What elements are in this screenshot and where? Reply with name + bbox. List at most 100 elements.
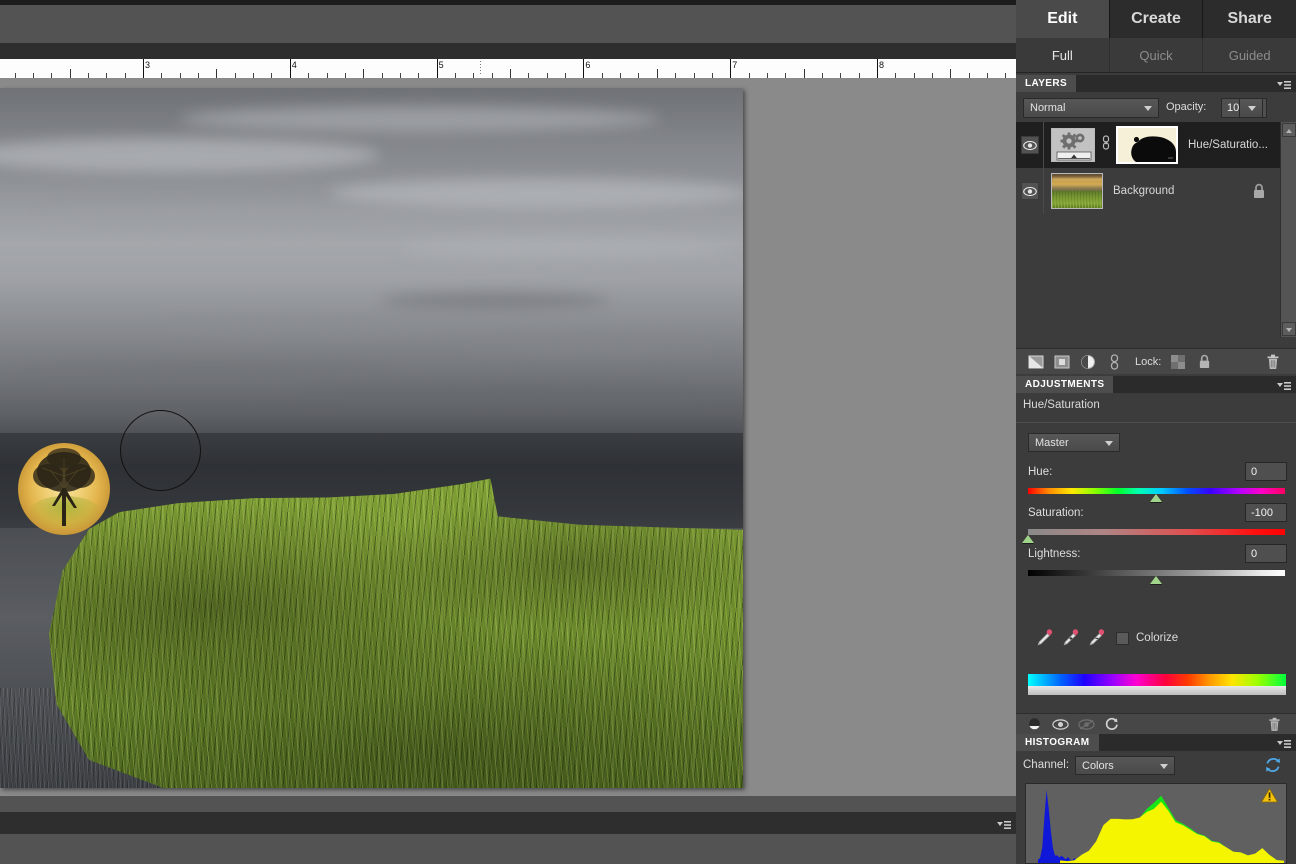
toggle-visibility-icon[interactable] [1047, 713, 1073, 735]
tab-share[interactable]: Share [1203, 0, 1296, 38]
delete-adjustment-icon[interactable] [1261, 713, 1287, 735]
ruler-tick [143, 59, 144, 78]
clip-to-layer-icon[interactable] [1021, 713, 1047, 735]
lightness-slider-knob[interactable] [1150, 576, 1162, 584]
ruler-label: 4 [291, 60, 297, 70]
channel-select[interactable]: Master [1028, 433, 1120, 452]
channel-select-value: Master [1035, 436, 1069, 449]
layer-mask-thumbnail[interactable] [1116, 126, 1178, 164]
tree-silhouette-icon [33, 448, 95, 526]
adjustments-toolbar [1016, 713, 1296, 734]
tab-create[interactable]: Create [1109, 0, 1204, 38]
histogram-plot [1038, 790, 1284, 863]
hue-input[interactable]: 0 [1245, 462, 1287, 481]
eye-icon[interactable] [1020, 136, 1039, 154]
tab-share-label: Share [1227, 10, 1272, 27]
tab-guided[interactable]: Guided [1203, 38, 1296, 72]
view-previous-state-icon[interactable] [1073, 713, 1099, 735]
histogram-panel-header: HISTOGRAM [1016, 734, 1296, 751]
tab-guided-label: Guided [1228, 47, 1271, 63]
colorize-label: Colorize [1136, 632, 1179, 644]
histogram-panel-title[interactable]: HISTOGRAM [1016, 734, 1099, 751]
layers-scrollbar[interactable] [1280, 122, 1296, 337]
table-row[interactable]: Hue/Saturatio... [1016, 122, 1280, 168]
ruler-tick [583, 59, 584, 78]
divider [1016, 422, 1296, 423]
saturation-slider-knob[interactable] [1022, 535, 1034, 543]
layers-panel-title[interactable]: LAYERS [1016, 75, 1077, 92]
ruler-tick [730, 59, 731, 78]
hue-label: Hue: [1028, 466, 1053, 478]
new-fill-layer-icon[interactable] [1049, 351, 1075, 373]
saturation-value: -100 [1251, 506, 1274, 519]
tab-full[interactable]: Full [1016, 38, 1110, 72]
adjustments-panel-title[interactable]: ADJUSTMENTS [1016, 376, 1114, 393]
layer-mask-link-icon[interactable] [1102, 134, 1110, 156]
tab-quick-label: Quick [1139, 47, 1173, 63]
blend-mode-value: Normal [1030, 102, 1066, 114]
lock-transparency-icon[interactable] [1165, 351, 1191, 373]
color-spectrum-bar-top[interactable] [1028, 674, 1286, 686]
tab-edit[interactable]: Edit [1016, 0, 1110, 38]
cloud-band [300, 388, 740, 401]
opacity-stepper[interactable] [1239, 98, 1263, 118]
new-adjustment-layer-icon[interactable] [1075, 351, 1101, 373]
status-bar [0, 812, 1016, 834]
delete-layer-icon[interactable] [1260, 351, 1286, 373]
adjustments-panel-header: ADJUSTMENTS [1016, 376, 1296, 393]
ruler-tick [510, 69, 511, 78]
lightness-value: 0 [1251, 547, 1258, 560]
refresh-icon[interactable] [1264, 756, 1282, 779]
scroll-up-button[interactable] [1282, 123, 1296, 137]
cloud-band [40, 208, 420, 230]
canvas-work-area[interactable] [0, 80, 1016, 796]
bottom-filler [0, 834, 1016, 864]
cloud-band [380, 293, 610, 309]
right-panel: Edit Create Share Full Quick Guided LAYE… [1016, 0, 1296, 864]
lock-all-icon[interactable] [1191, 351, 1217, 373]
editor-area: 3 4 5 6 7 8 [0, 0, 1016, 864]
saturation-slider-track[interactable] [1028, 529, 1285, 535]
background-layer-thumbnail[interactable] [1051, 173, 1103, 209]
reset-adjustment-icon[interactable] [1099, 713, 1125, 735]
saturation-input[interactable]: -100 [1245, 503, 1287, 522]
lock-icon [1252, 183, 1266, 204]
horizontal-ruler[interactable]: 3 4 5 6 7 8 [0, 59, 1016, 78]
ruler-label: 7 [732, 60, 738, 70]
histogram-channel-label: Channel: [1023, 759, 1070, 771]
ruler-label: 3 [145, 60, 151, 70]
cloud-band [20, 364, 400, 378]
scroll-down-button[interactable] [1282, 322, 1296, 336]
cloud-band [330, 178, 743, 208]
histogram-channel-select[interactable]: Colors [1075, 756, 1175, 775]
histogram-graph[interactable] [1025, 783, 1287, 864]
lightness-input[interactable]: 0 [1245, 544, 1287, 563]
tab-quick[interactable]: Quick [1110, 38, 1204, 72]
new-layer-icon[interactable] [1023, 351, 1049, 373]
link-layers-icon[interactable] [1101, 351, 1127, 373]
ruler-tick [657, 69, 658, 78]
blend-opacity-row: Normal Opacity: 100% [1016, 98, 1296, 120]
layers-toolbar: Lock: [1016, 348, 1296, 374]
lightness-label: Lightness: [1028, 548, 1081, 560]
hue-slider-knob[interactable] [1150, 494, 1162, 502]
eyedropper-icon[interactable] [1036, 628, 1053, 651]
image-canvas[interactable] [0, 88, 743, 788]
eyedropper-add-icon[interactable] [1062, 628, 1079, 651]
histogram-warning-icon[interactable] [1260, 788, 1279, 808]
adjustment-layer-thumbnail[interactable] [1051, 128, 1095, 162]
cloud-band [400, 238, 730, 258]
layer-visibility-cell[interactable] [1016, 168, 1044, 214]
blend-mode-select[interactable]: Normal [1023, 98, 1159, 118]
ruler-tick [950, 69, 951, 78]
table-row[interactable]: Background [1016, 168, 1280, 214]
tab-full-label: Full [1051, 47, 1073, 63]
color-spectrum-bar-bottom[interactable] [1028, 686, 1286, 695]
eye-icon[interactable] [1020, 182, 1039, 200]
opacity-label: Opacity: [1166, 101, 1207, 113]
eyedropper-subtract-icon[interactable] [1088, 628, 1105, 651]
colorize-checkbox[interactable] [1116, 632, 1129, 645]
layer-visibility-cell[interactable] [1016, 122, 1044, 168]
layer-name: Hue/Saturatio... [1188, 139, 1268, 151]
layers-panel-header: LAYERS [1016, 75, 1296, 92]
